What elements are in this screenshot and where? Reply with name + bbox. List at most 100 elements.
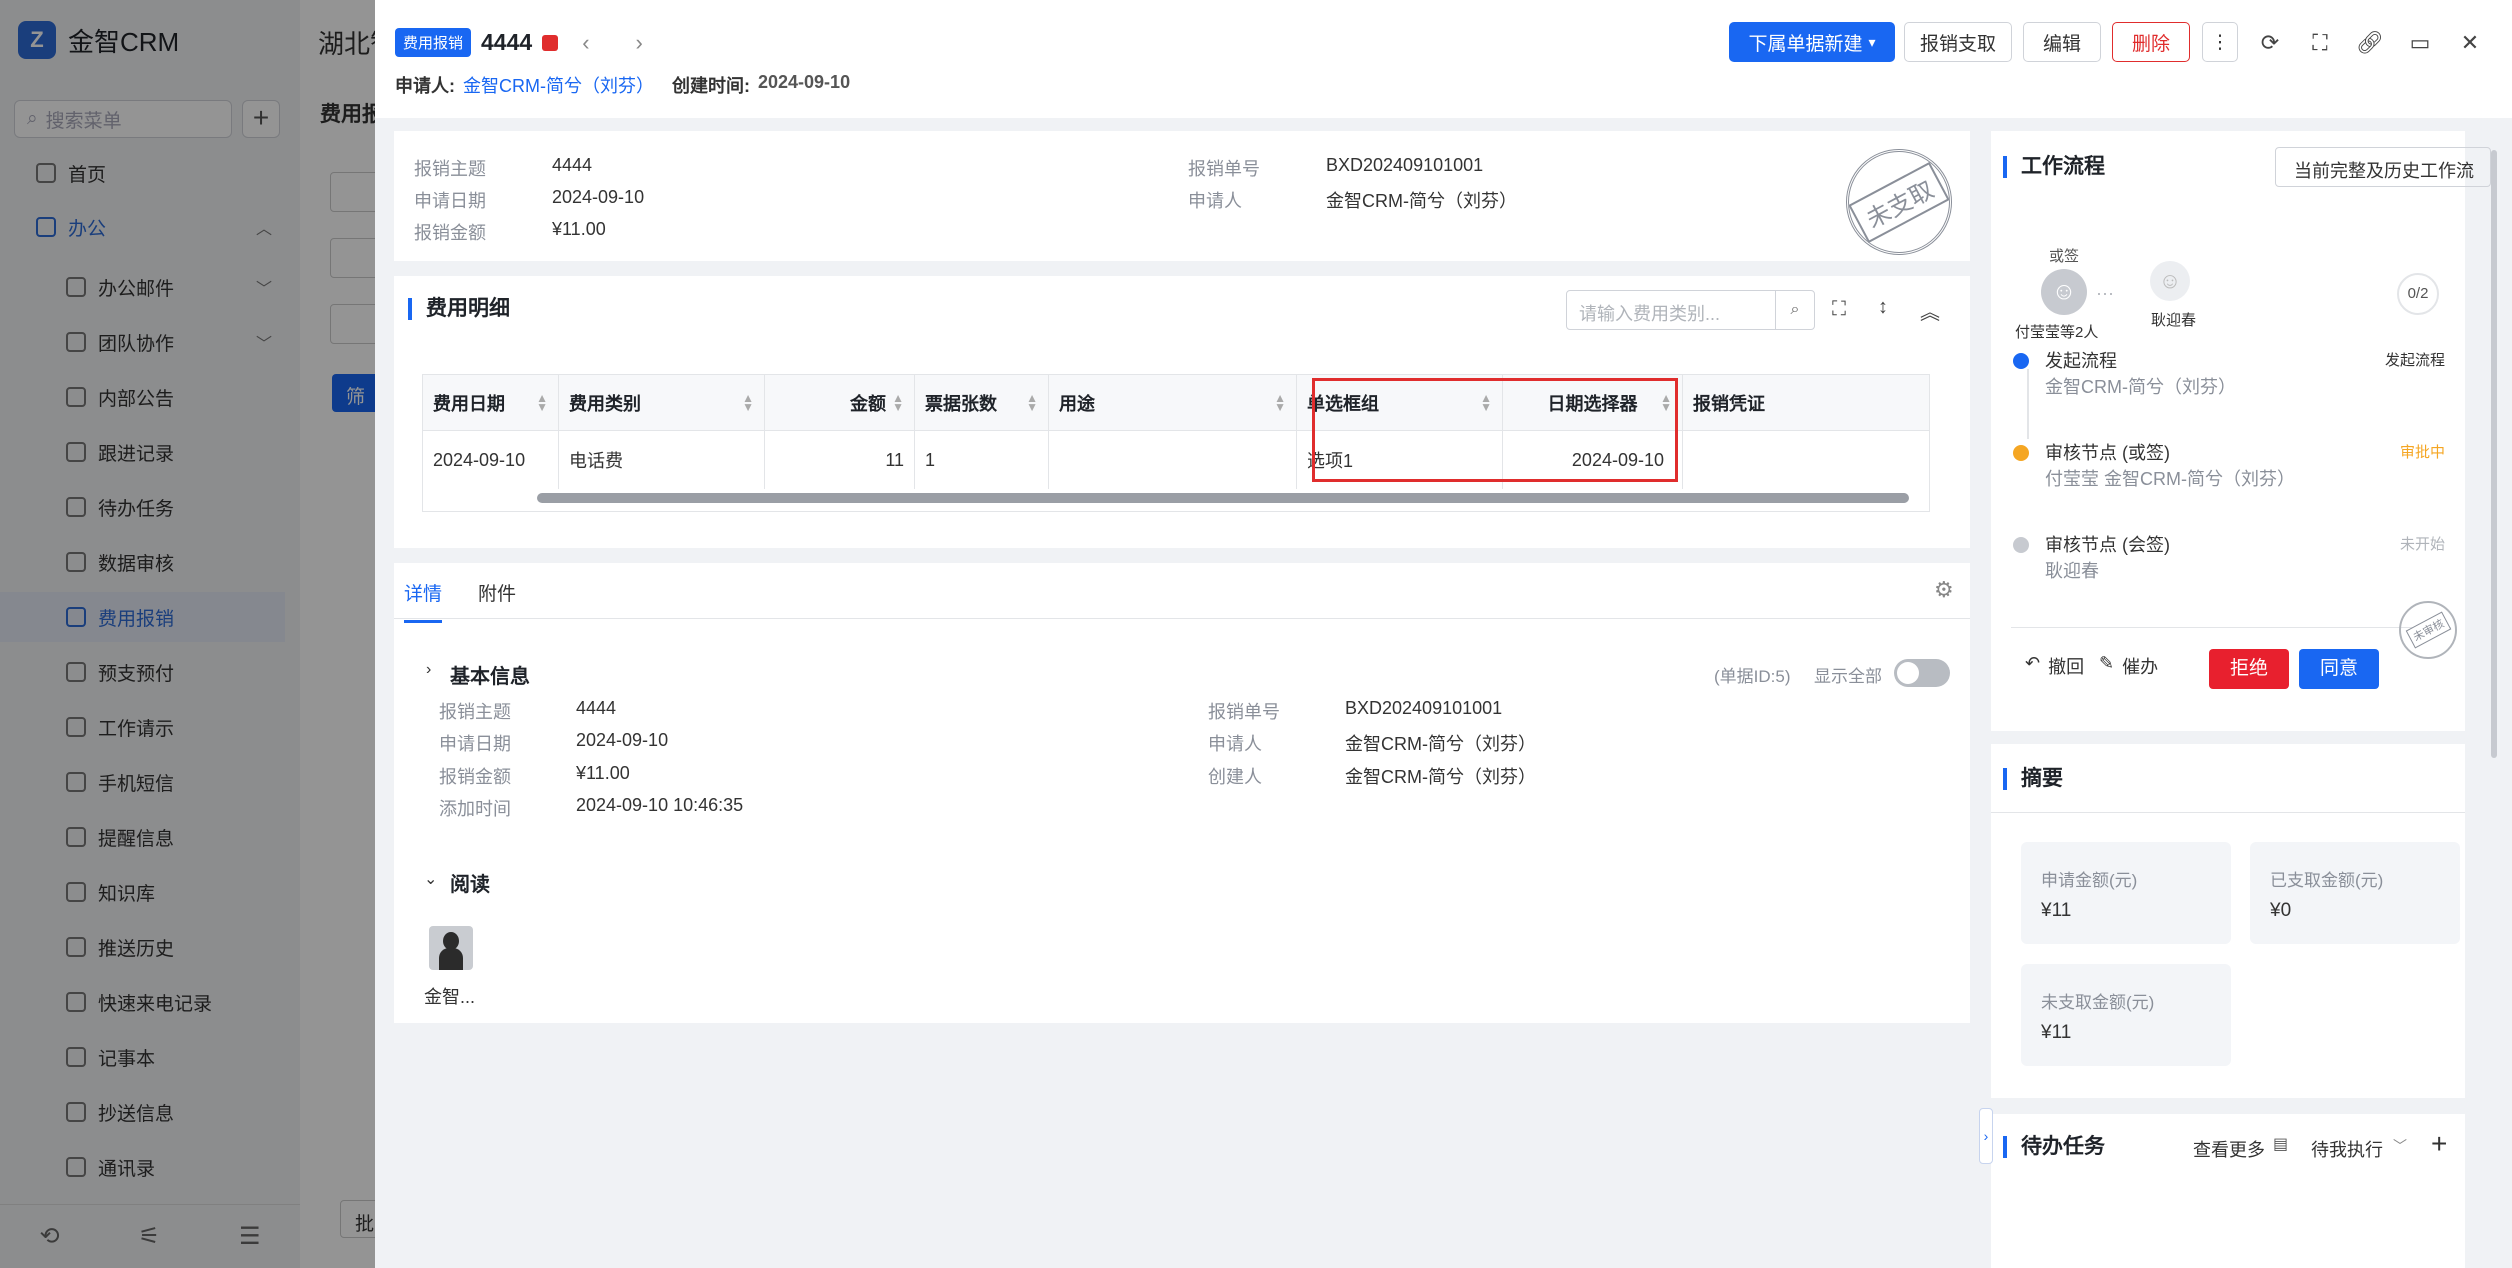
field-value: 4444 [576, 698, 617, 718]
column-label: 票据张数 [925, 394, 997, 414]
add-task-icon[interactable]: + [2431, 1128, 2447, 1160]
amount-value: ¥11 [2041, 900, 2072, 921]
node-dot-icon [2013, 537, 2029, 553]
abstract-card: 摘要 申请金额(元) ¥11 已支取金额(元) ¥0 未支取金额(元) ¥11 [1991, 744, 2465, 1098]
field-value: 2024-09-10 [576, 730, 669, 750]
expand-icon[interactable]: ⛶ [1832, 298, 1846, 321]
delete-button[interactable]: 删除 [2112, 22, 2190, 62]
gear-icon[interactable]: ⚙ [1934, 577, 1954, 603]
show-all-label: 显示全部 [1814, 667, 1882, 686]
list-icon[interactable]: ▤ [2273, 1134, 2288, 1154]
expense-detail-card: 费用明细 请输入费用类别... ⌕ ⛶ ↕ ︽ 费用日期 ▲ ▼ 费用类别 ▲ ▼ 金额… [394, 276, 1970, 548]
read-title[interactable]: 阅读 [450, 868, 490, 897]
reject-button[interactable]: 拒绝 [2209, 649, 2289, 689]
field-value: 2024-09-10 [552, 187, 645, 207]
stamp-text: 未支取 [1848, 161, 1950, 243]
node-person: 耿迎春 [2045, 561, 2099, 581]
amount-label: 申请金额(元) [2041, 871, 2138, 890]
progress-indicator: 0/2 [2397, 273, 2439, 315]
detail-drawer: 费用报销 4444 ‹ › 申请人: 金智CRM-简兮（刘芬） 创建时间: 20… [375, 0, 2512, 1268]
edit-button[interactable]: 编辑 [2023, 22, 2101, 62]
sort-icon: ▲ ▼ [742, 391, 754, 414]
field-label: 添加时间 [439, 799, 511, 819]
field-label: 申请人 [1208, 734, 1262, 754]
approve-button[interactable]: 同意 [2299, 649, 2379, 689]
tab-attachments[interactable]: 附件 [478, 579, 516, 606]
created-label: 创建时间: [672, 76, 750, 96]
more-vertical-icon: ⋮ [2210, 31, 2230, 53]
node-dot-icon [2013, 445, 2029, 461]
record-title: 4444 [481, 29, 533, 55]
urge-button[interactable]: ✎ 催办 [2099, 653, 2158, 679]
column-label: 用途 [1059, 394, 1095, 414]
collapse-panel-toggle[interactable]: › [1979, 1108, 1993, 1164]
new-sub-document-button[interactable]: 下属单据新建 ▾ [1729, 22, 1895, 62]
field-label: 报销主题 [439, 702, 511, 722]
created-value: 2024-09-10 [758, 72, 851, 92]
column-header[interactable]: 票据张数 ▲ ▼ [915, 375, 1049, 431]
refresh-icon[interactable]: ⟳ [2255, 28, 2285, 58]
next-record-icon[interactable]: › [636, 30, 643, 56]
node-status: 未开始 [2399, 536, 2445, 553]
column-label: 费用类别 [569, 394, 641, 414]
summary-card: 报销主题 4444 申请日期 2024-09-10 报销金额 ¥11.00 报销… [394, 131, 1970, 261]
node-connector [2027, 369, 2029, 439]
undo-icon: ↶ [2025, 653, 2041, 673]
ellipsis-icon: ··· [2096, 283, 2114, 303]
sort-icon: ▲ ▼ [1274, 391, 1286, 414]
column-label: 报销凭证 [1693, 394, 1765, 414]
column-header[interactable]: 用途 ▲ ▼ [1049, 375, 1297, 431]
tab-details[interactable]: 详情 [404, 579, 443, 623]
history-workflow-button[interactable]: 当前完整及历史工作流 [2275, 147, 2491, 187]
more-actions-button[interactable]: ⋮ [2202, 22, 2238, 62]
view-more-link[interactable]: 查看更多 [2193, 1136, 2265, 1162]
section-title: 工作流程 [2003, 156, 2105, 178]
chevron-down-icon[interactable]: ﹀ [2393, 1136, 2407, 1156]
amount-box: 已支取金额(元) ¥0 [2250, 842, 2460, 944]
prev-record-icon[interactable]: ‹ [582, 30, 589, 56]
search-icon[interactable]: ⌕ [1775, 290, 1815, 330]
basic-info-title[interactable]: 基本信息 [450, 660, 530, 689]
applicant-link[interactable]: 金智CRM-简兮（刘芬） [463, 72, 654, 98]
sort-icon: ▲ ▼ [892, 391, 904, 414]
group-avatar-icon[interactable]: ☺ [2041, 269, 2087, 315]
sort-icon: ▲ ▼ [536, 391, 548, 414]
tab-bar [394, 563, 1970, 619]
column-header[interactable]: 报销凭证 [1683, 375, 1929, 431]
chevron-down-icon[interactable]: ⌄ [424, 869, 437, 889]
right-column-scrollbar[interactable] [2491, 150, 2497, 758]
fullscreen-icon[interactable]: ⛶ [2305, 28, 2335, 58]
todo-card: 待办任务 查看更多 ▤ 待我执行 ﹀ + [1991, 1114, 2465, 1268]
section-title: 摘要 [2003, 768, 2063, 790]
close-icon[interactable]: ✕ [2455, 28, 2485, 58]
avatar[interactable] [429, 926, 473, 970]
user-avatar-icon[interactable]: ☺ [2150, 261, 2190, 301]
amount-box: 未支取金额(元) ¥11 [2021, 964, 2231, 1066]
show-all-toggle[interactable] [1894, 659, 1950, 687]
workflow-card: 工作流程 当前完整及历史工作流 或签 ☺ ··· ☺ 付莹莹等2人 耿迎春 0/… [1991, 131, 2491, 731]
record-type-tag: 费用报销 [395, 28, 472, 57]
column-header[interactable]: 金额 ▲ ▼ [765, 375, 915, 431]
vertical-resize-icon[interactable]: ↕ [1878, 296, 1888, 319]
document-id: (单据ID:5) [1714, 667, 1791, 686]
chevron-right-icon[interactable]: › [426, 661, 431, 679]
collapse-up-icon[interactable]: ︽ [1920, 296, 1940, 325]
column-header[interactable]: 费用日期 ▲ ▼ [423, 375, 559, 431]
dock-icon[interactable]: ▭ [2405, 28, 2435, 58]
field-label: 报销单号 [1208, 702, 1280, 722]
revoke-button[interactable]: ↶ 撤回 [2025, 653, 2084, 679]
link-icon[interactable]: 🔗︎ [2355, 28, 2385, 58]
pay-out-button[interactable]: 报销支取 [1904, 22, 2012, 62]
field-label: 报销金额 [439, 767, 511, 787]
node-status: 发起流程 [2384, 352, 2445, 369]
field-label: 创建人 [1208, 767, 1262, 787]
field-value: ¥11.00 [576, 763, 630, 783]
column-header[interactable]: 费用类别 ▲ ▼ [559, 375, 765, 431]
field-value: BXD202409101001 [1345, 698, 1503, 718]
highlight-box [1312, 378, 1678, 482]
expense-search-input[interactable]: 请输入费用类别... [1566, 290, 1776, 330]
todo-filter-select[interactable]: 待我执行 [2311, 1136, 2383, 1162]
horizontal-scrollbar[interactable] [537, 493, 1909, 503]
divider [1991, 812, 2465, 813]
drawer-header: 费用报销 4444 ‹ › 申请人: 金智CRM-简兮（刘芬） 创建时间: 20… [375, 0, 2512, 118]
